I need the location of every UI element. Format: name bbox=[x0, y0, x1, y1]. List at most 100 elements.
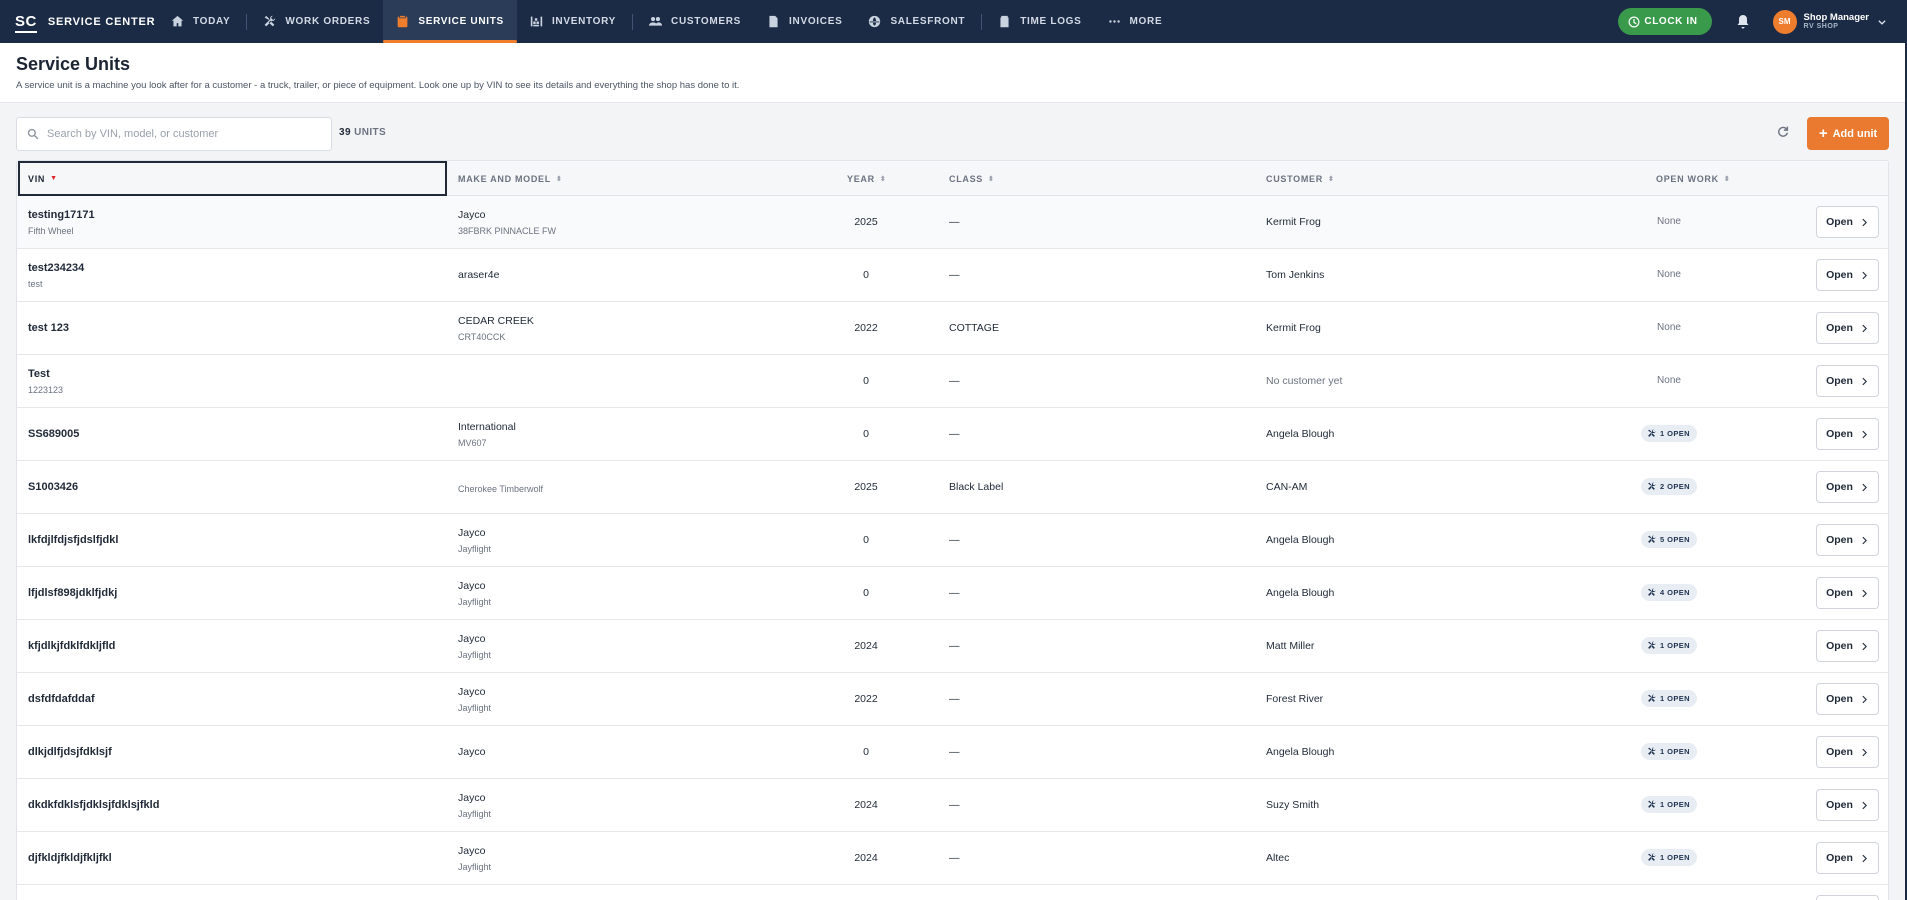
clock-in-button[interactable]: CLOCK IN bbox=[1618, 8, 1712, 35]
open-work-none: None bbox=[1657, 322, 1681, 333]
year-cell: 0 bbox=[863, 587, 869, 599]
open-label: Open bbox=[1826, 269, 1853, 281]
year-cell: 2024 bbox=[854, 799, 878, 811]
table-row[interactable]: test 123 CEDAR CREEK CRT40CCK 2022 COTTAGE Ke… bbox=[17, 302, 1888, 355]
file-icon bbox=[769, 15, 778, 28]
table-row[interactable]: dlkjdlfjdsjfdklsjf Jayco 0 — Angela Blough 1 … bbox=[17, 726, 1888, 779]
open-work-badge[interactable]: 1 OPEN bbox=[1641, 425, 1697, 442]
year-cell: 0 bbox=[863, 746, 869, 758]
open-row-button[interactable]: Open bbox=[1816, 577, 1879, 609]
table-row[interactable]: testing17171 Fifth Wheel Jayco 38FBRK PINNA… bbox=[17, 196, 1888, 249]
open-row-button[interactable]: Open bbox=[1816, 630, 1879, 662]
customer-cell[interactable]: Angela Blough bbox=[1266, 746, 1334, 758]
add-unit-button[interactable]: + Add unit bbox=[1807, 117, 1889, 150]
nav-today[interactable]: TODAY bbox=[158, 0, 243, 43]
nav-salesfront[interactable]: SALESFRONT bbox=[855, 0, 978, 43]
customer-cell[interactable]: Suzy Smith bbox=[1266, 799, 1319, 811]
nav-time-logs[interactable]: TIME LOGS bbox=[985, 0, 1094, 43]
open-row-button[interactable]: Open bbox=[1816, 524, 1879, 556]
customer-cell[interactable]: Kermit Frog bbox=[1266, 216, 1321, 228]
table-row[interactable]: lkfdjlfdjsfjdslfjdkl Jayco Jayflight 0 — Ange… bbox=[17, 514, 1888, 567]
open-work-count: 4 OPEN bbox=[1660, 588, 1690, 597]
table-row[interactable]: dkdkfdklsfjdklsjfdklsjfkld Jayco Jayflight… bbox=[17, 779, 1888, 832]
brand[interactable]: SC SERVICE CENTER bbox=[0, 14, 158, 33]
chevron-down-icon bbox=[1878, 19, 1886, 25]
open-row-button[interactable]: Open bbox=[1816, 683, 1879, 715]
open-row-button[interactable]: Open bbox=[1816, 259, 1879, 291]
customer-cell[interactable]: Matt Miller bbox=[1266, 640, 1314, 652]
open-work-badge[interactable]: 4 OPEN bbox=[1641, 584, 1697, 601]
table-row[interactable]: Open bbox=[17, 885, 1888, 900]
open-row-button[interactable]: Open bbox=[1816, 736, 1879, 768]
make-model-cell: Jayco bbox=[458, 726, 485, 778]
open-work-badge[interactable]: 1 OPEN bbox=[1641, 690, 1697, 707]
open-row-button[interactable]: Open bbox=[1816, 206, 1879, 238]
chevron-right-icon bbox=[1862, 695, 1867, 703]
class-cell: — bbox=[949, 640, 960, 652]
column-header-year-label: YEAR bbox=[847, 173, 875, 184]
table-row[interactable]: djfkldjfkldjfkljfkl Jayco Jayflight 2024 — Al… bbox=[17, 832, 1888, 885]
nav-service-units[interactable]: SERVICE UNITS bbox=[383, 0, 517, 43]
nav-salesfront-label: SALESFRONT bbox=[890, 16, 966, 27]
customer-cell[interactable]: Angela Blough bbox=[1266, 428, 1334, 440]
open-work-badge[interactable]: 1 OPEN bbox=[1641, 637, 1697, 654]
table-row[interactable]: Test 1223123 0 — No customer yet None Open bbox=[17, 355, 1888, 408]
open-label: Open bbox=[1826, 799, 1853, 811]
nav-work-orders[interactable]: WORK ORDERS bbox=[250, 0, 383, 43]
chevron-right-icon bbox=[1862, 377, 1867, 385]
open-row-button[interactable]: Open bbox=[1816, 895, 1879, 900]
chevron-right-icon bbox=[1862, 271, 1867, 279]
nav-inventory[interactable]: INVENTORY bbox=[517, 0, 629, 43]
class-cell: COTTAGE bbox=[949, 322, 999, 334]
open-row-button[interactable]: Open bbox=[1816, 842, 1879, 874]
nav-invoices[interactable]: INVOICES bbox=[754, 0, 855, 43]
make-text: Jayco bbox=[458, 208, 486, 221]
search-box[interactable] bbox=[16, 117, 332, 151]
open-work-badge[interactable]: 1 OPEN bbox=[1641, 796, 1697, 813]
table-row[interactable]: dsfdfdafddaf Jayco Jayflight 2022 — Forest Ri… bbox=[17, 673, 1888, 726]
open-row-button[interactable]: Open bbox=[1816, 365, 1879, 397]
column-header-vin[interactable]: VIN ▼ bbox=[18, 161, 447, 196]
open-work-badge[interactable]: 1 OPEN bbox=[1641, 849, 1697, 866]
table-row[interactable]: kfjdlkjfdklfdkljfld Jayco Jayflight 2024 — Ma… bbox=[17, 620, 1888, 673]
customer-cell[interactable]: Kermit Frog bbox=[1266, 322, 1321, 334]
table-header: VIN ▼ MAKE AND MODEL ⬍ YEAR ⬍ CLASS ⬍ CUSTOM… bbox=[17, 161, 1888, 196]
open-label: Open bbox=[1826, 322, 1853, 334]
nav-more[interactable]: MORE bbox=[1095, 0, 1176, 43]
search-input[interactable] bbox=[47, 128, 327, 140]
nav-customers[interactable]: CUSTOMERS bbox=[636, 0, 754, 43]
customer-cell[interactable]: CAN-AM bbox=[1266, 481, 1307, 493]
customer-cell[interactable]: Tom Jenkins bbox=[1266, 269, 1324, 281]
table-row[interactable]: S1003426 Cherokee Timberwolf 2025 Black Lab… bbox=[17, 461, 1888, 514]
sort-icon: ⬍ bbox=[1327, 175, 1335, 183]
table-row[interactable]: lfjdlsf898jdklfjdkj Jayco Jayflight 0 — Angel… bbox=[17, 567, 1888, 620]
open-work-badge[interactable]: 2 OPEN bbox=[1641, 478, 1697, 495]
user-menu[interactable]: SM Shop Manager RV SHOP bbox=[1772, 9, 1887, 34]
column-header-customer[interactable]: CUSTOMER ⬍ bbox=[1266, 161, 1335, 196]
open-row-button[interactable]: Open bbox=[1816, 312, 1879, 344]
open-row-button[interactable]: Open bbox=[1816, 789, 1879, 821]
bell-icon[interactable] bbox=[1735, 14, 1751, 30]
open-work-badge[interactable]: 1 OPEN bbox=[1641, 743, 1697, 760]
column-header-class[interactable]: CLASS ⬍ bbox=[949, 161, 995, 196]
table-row[interactable]: SS689005 International MV607 0 — Angela Bloug… bbox=[17, 408, 1888, 461]
refresh-icon[interactable] bbox=[1776, 124, 1790, 138]
customer-cell[interactable]: Angela Blough bbox=[1266, 587, 1334, 599]
open-row-button[interactable]: Open bbox=[1816, 418, 1879, 450]
clock-in-label: CLOCK IN bbox=[1644, 16, 1698, 27]
column-header-make-model[interactable]: MAKE AND MODEL ⬍ bbox=[458, 161, 563, 196]
open-work-cell: 1 OPEN bbox=[1639, 849, 1699, 866]
wrench-icon bbox=[1648, 535, 1656, 543]
open-row-button[interactable]: Open bbox=[1816, 471, 1879, 503]
open-work-badge[interactable]: 5 OPEN bbox=[1641, 531, 1697, 548]
open-label: Open bbox=[1826, 428, 1853, 440]
page-header: Service Units A service unit is a machin… bbox=[0, 43, 1905, 103]
customer-cell[interactable]: Forest River bbox=[1266, 693, 1323, 705]
sort-icon: ⬍ bbox=[555, 175, 563, 183]
table-row[interactable]: test234234 test araser4e 0 — Tom Jenkins None O… bbox=[17, 249, 1888, 302]
user-shop: RV SHOP bbox=[1803, 23, 1839, 31]
column-header-year[interactable]: YEAR ⬍ bbox=[847, 161, 886, 196]
customer-cell[interactable]: Angela Blough bbox=[1266, 534, 1334, 546]
customer-cell[interactable]: Altec bbox=[1266, 852, 1289, 864]
column-header-open-work[interactable]: OPEN WORK ⬍ bbox=[1656, 161, 1730, 196]
